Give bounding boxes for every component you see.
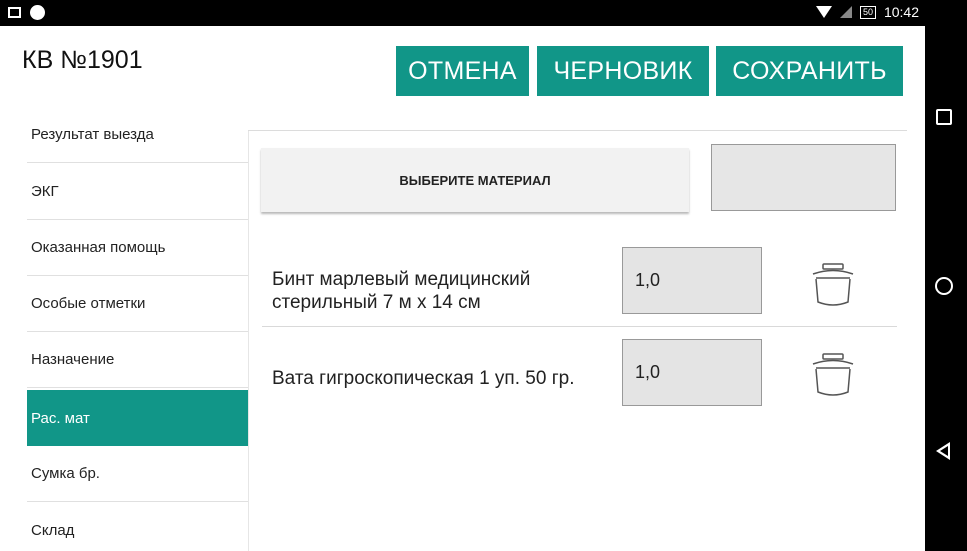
sidebar-item-warehouse[interactable]: Склад [27, 502, 248, 551]
sidebar-item-label: Результат выезда [31, 126, 154, 143]
sidebar-item-ecg[interactable]: ЭКГ [27, 164, 248, 220]
sidebar: Результат выезда ЭКГ Оказанная помощь Ос… [27, 126, 248, 551]
sidebar-item-help-provided[interactable]: Оказанная помощь [27, 220, 248, 276]
material-name: Вата гигроскопическая 1 уп. 50 гр. [272, 368, 575, 389]
trash-icon[interactable] [808, 352, 858, 398]
row-divider [262, 326, 897, 327]
trash-icon[interactable] [808, 262, 858, 308]
notification-dot-icon [30, 5, 45, 20]
material-quantity-input[interactable] [711, 144, 896, 211]
clock: 10:42 [883, 4, 919, 20]
screenshot-notification-icon [8, 7, 21, 18]
material-quantity-field[interactable]: 1,0 [622, 339, 762, 406]
sidebar-item-label: Склад [31, 521, 75, 539]
material-name: Бинт марлевый медицинский стерильный 7 м… [272, 269, 531, 313]
sidebar-item-label: ЭКГ [31, 183, 59, 200]
content-divider [248, 130, 907, 131]
sidebar-item-label: Оказанная помощь [31, 239, 166, 256]
back-icon[interactable] [936, 442, 950, 460]
sidebar-item-prescription[interactable]: Назначение [27, 332, 248, 388]
sidebar-item-result[interactable]: Результат выезда [27, 123, 248, 163]
status-bar: 50 10:42 [0, 0, 925, 26]
material-quantity-field[interactable]: 1,0 [622, 247, 762, 314]
sidebar-item-label: Сумка бр. [31, 465, 100, 482]
recent-apps-icon[interactable] [936, 109, 952, 125]
save-button[interactable]: СОХРАНИТЬ [716, 46, 903, 96]
navigation-bar [925, 0, 967, 551]
wifi-icon [815, 6, 832, 18]
cancel-button[interactable]: ОТМЕНА [396, 46, 529, 96]
sidebar-item-consumables[interactable]: Рас. мат [27, 390, 248, 446]
draft-button[interactable]: ЧЕРНОВИК [537, 46, 709, 96]
battery-icon: 50 [859, 5, 876, 19]
page-title: КВ №1901 [22, 46, 143, 74]
sidebar-item-team-bag[interactable]: Сумка бр. [27, 446, 248, 502]
home-icon[interactable] [935, 277, 953, 295]
choose-material-button[interactable]: ВЫБЕРИТЕ МАТЕРИАЛ [261, 148, 689, 212]
sidebar-item-label: Назначение [31, 351, 115, 368]
sidebar-item-special-notes[interactable]: Особые отметки [27, 276, 248, 332]
signal-icon [839, 6, 852, 18]
sidebar-item-label: Особые отметки [31, 295, 146, 312]
sidebar-item-label: Рас. мат [31, 409, 90, 427]
header: КВ №1901 ОТМЕНА ЧЕРНОВИК СОХРАНИТЬ [0, 26, 925, 131]
sidebar-divider [248, 131, 249, 551]
app-window: КВ №1901 ОТМЕНА ЧЕРНОВИК СОХРАНИТЬ Резул… [0, 26, 925, 551]
status-indicators: 50 10:42 [815, 4, 919, 20]
